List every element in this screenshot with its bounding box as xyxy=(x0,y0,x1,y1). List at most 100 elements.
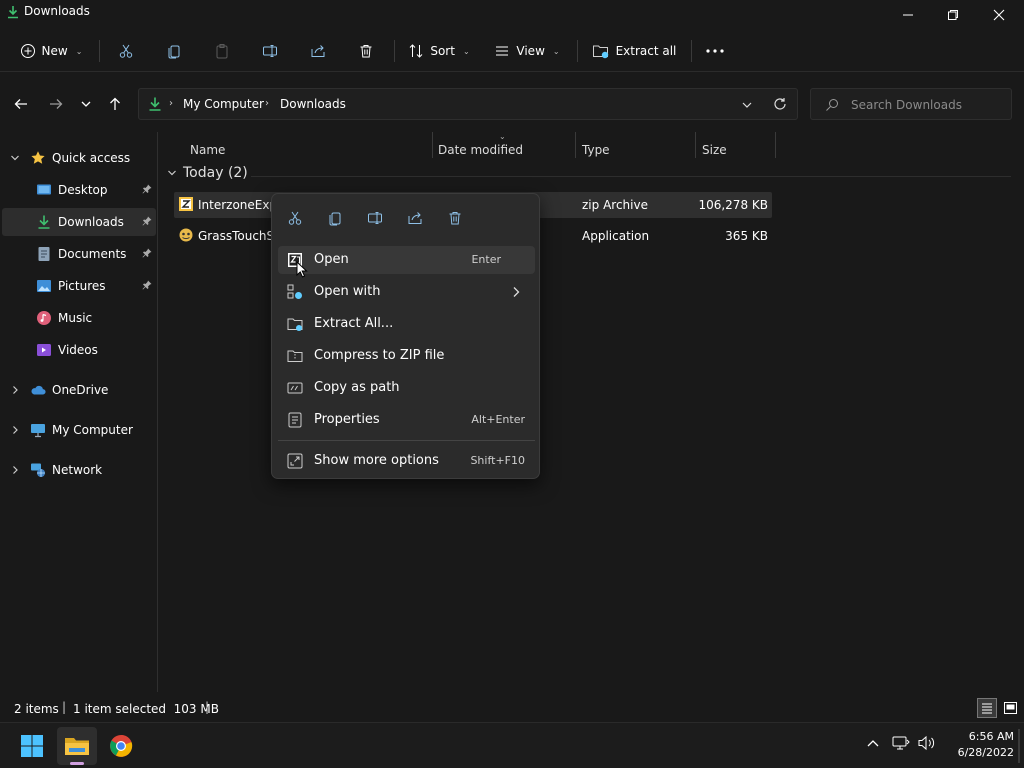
pin-icon[interactable] xyxy=(142,280,152,290)
sort-button[interactable]: Sort ⌄ xyxy=(404,36,474,66)
sidebar-quick-access[interactable]: Quick access xyxy=(2,144,156,172)
tiles-view-button[interactable] xyxy=(1000,698,1020,718)
restore-button[interactable] xyxy=(930,0,976,30)
document-icon xyxy=(36,246,52,262)
show-desktop-button[interactable] xyxy=(1018,729,1020,763)
details-view-button[interactable] xyxy=(977,698,997,718)
menu-item-label: Open with xyxy=(314,284,381,299)
back-button[interactable] xyxy=(9,92,33,116)
menu-item-show-more-options[interactable]: Show more options Shift+F10 xyxy=(278,447,535,475)
share-button[interactable] xyxy=(304,36,332,66)
window-title: Downloads xyxy=(24,4,90,18)
cut-button[interactable] xyxy=(112,36,140,66)
trash-icon xyxy=(358,43,374,59)
breadcrumb-my-computer[interactable]: My Computer xyxy=(183,97,264,111)
column-resize-handle[interactable] xyxy=(432,132,433,158)
taskbar-chrome[interactable] xyxy=(101,727,141,765)
network-status-icon[interactable] xyxy=(892,735,910,751)
sidebar-label: Network xyxy=(52,463,103,477)
extract-all-button[interactable]: Extract all xyxy=(590,36,678,66)
search-icon xyxy=(825,98,839,112)
chevron-right-icon[interactable] xyxy=(10,465,20,475)
toolbar-divider xyxy=(577,40,578,62)
title-bar: Downloads xyxy=(0,0,1024,30)
view-button[interactable]: View ⌄ xyxy=(490,36,564,66)
arrow-up-icon xyxy=(108,97,122,111)
context-cut-button[interactable] xyxy=(281,206,309,230)
sidebar-network[interactable]: Network xyxy=(2,456,156,484)
menu-item-compress-zip[interactable]: Compress to ZIP file xyxy=(278,342,535,370)
context-share-button[interactable] xyxy=(401,206,429,230)
recent-locations-button[interactable] xyxy=(74,92,98,116)
menu-item-open-with[interactable]: Open with xyxy=(278,278,535,306)
context-rename-button[interactable] xyxy=(361,206,389,230)
more-options-button[interactable] xyxy=(700,36,730,66)
group-header-today[interactable]: Today (2) xyxy=(167,165,248,181)
chevron-down-icon xyxy=(167,168,177,178)
context-delete-button[interactable] xyxy=(441,206,469,230)
up-button[interactable] xyxy=(103,92,127,116)
column-header-type[interactable]: Type xyxy=(582,138,610,162)
zip-archive-icon xyxy=(178,196,194,212)
chevron-down-icon: ⌄ xyxy=(552,46,560,56)
sidebar-item-downloads[interactable]: Downloads xyxy=(2,208,156,236)
refresh-icon[interactable] xyxy=(773,97,787,111)
minimize-button[interactable] xyxy=(885,0,931,30)
show-hidden-icons-chevron-icon[interactable] xyxy=(866,737,880,749)
extract-folder-icon xyxy=(592,43,610,59)
menu-item-label: Show more options xyxy=(314,453,439,468)
close-button[interactable] xyxy=(976,0,1022,30)
column-header-name[interactable]: Name xyxy=(190,138,225,162)
sidebar-label: Videos xyxy=(58,343,98,357)
column-resize-handle[interactable] xyxy=(695,132,696,158)
pin-icon[interactable] xyxy=(142,248,152,258)
start-button[interactable] xyxy=(12,727,52,765)
chevron-down-icon[interactable] xyxy=(10,153,20,163)
sidebar-item-documents[interactable]: Documents xyxy=(2,240,156,268)
sidebar-item-pictures[interactable]: Pictures xyxy=(2,272,156,300)
column-resize-handle[interactable] xyxy=(775,132,776,158)
sidebar-onedrive[interactable]: OneDrive xyxy=(2,376,156,404)
menu-item-properties[interactable]: Properties Alt+Enter xyxy=(278,406,535,434)
network-icon xyxy=(30,462,46,478)
pictures-icon xyxy=(36,278,52,294)
sidebar-item-music[interactable]: Music xyxy=(2,304,156,332)
chevron-down-icon: ⌄ xyxy=(75,46,83,56)
new-button[interactable]: New ⌄ xyxy=(14,36,88,66)
share-icon xyxy=(407,210,423,226)
menu-item-copy-as-path[interactable]: Copy as path xyxy=(278,374,535,402)
pin-icon[interactable] xyxy=(142,184,152,194)
pin-icon[interactable] xyxy=(142,216,152,226)
taskbar-clock[interactable]: 6:56 AM 6/28/2022 xyxy=(944,729,1014,761)
breadcrumb-downloads[interactable]: Downloads xyxy=(280,97,346,111)
paste-button[interactable] xyxy=(208,36,236,66)
address-history-chevron-icon[interactable] xyxy=(741,99,753,111)
column-header-size[interactable]: Size xyxy=(702,138,727,162)
file-name: InterzoneExpl xyxy=(198,198,281,212)
rename-button[interactable] xyxy=(256,36,284,66)
share-icon xyxy=(310,43,326,59)
sidebar-label: My Computer xyxy=(52,423,133,437)
context-copy-button[interactable] xyxy=(321,206,349,230)
chevron-right-icon[interactable] xyxy=(10,425,20,435)
sidebar-my-computer[interactable]: My Computer xyxy=(2,416,156,444)
menu-item-shortcut: Alt+Enter xyxy=(471,413,525,426)
column-header-date[interactable]: Date modified xyxy=(438,138,523,162)
forward-button[interactable] xyxy=(44,92,68,116)
delete-button[interactable] xyxy=(352,36,380,66)
copy-button[interactable] xyxy=(160,36,188,66)
address-bar[interactable]: › My Computer › Downloads xyxy=(138,88,798,120)
menu-item-extract-all[interactable]: Extract All... xyxy=(278,310,535,338)
taskbar-file-explorer[interactable] xyxy=(57,727,97,765)
search-input[interactable] xyxy=(851,97,1001,113)
ellipsis-icon xyxy=(706,49,724,53)
column-resize-handle[interactable] xyxy=(575,132,576,158)
sidebar-item-desktop[interactable]: Desktop xyxy=(2,176,156,204)
chevron-right-icon[interactable] xyxy=(10,385,20,395)
search-box[interactable] xyxy=(810,88,1012,120)
volume-icon[interactable] xyxy=(918,735,936,751)
sidebar-item-videos[interactable]: Videos xyxy=(2,336,156,364)
menu-item-open[interactable]: Open Enter xyxy=(278,246,535,274)
breadcrumb-separator-icon: › xyxy=(265,98,269,109)
copy-icon xyxy=(327,210,343,226)
